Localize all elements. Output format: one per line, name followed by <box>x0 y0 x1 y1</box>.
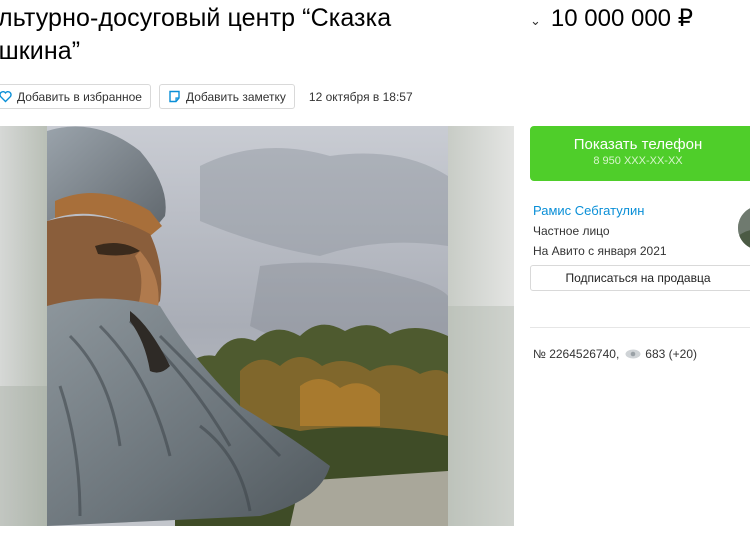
add-note-button[interactable]: Добавить заметку <box>158 84 295 109</box>
seller-since: На Авито с января 2021 <box>533 244 667 258</box>
photo-gallery[interactable] <box>0 126 514 526</box>
view-count: 683 (+20) <box>645 347 697 361</box>
seller-info: Рамис Себгатулин Частное лицо На Авито с… <box>533 203 667 258</box>
seller-avatar[interactable] <box>738 206 750 250</box>
seller-name-link[interactable]: Рамис Себгатулин <box>533 203 667 218</box>
listing-title: ультурно-досуговый центр “Сказка ушкина” <box>0 4 392 65</box>
chevron-down-icon[interactable]: ⌄ <box>530 13 541 29</box>
subscribe-seller-button[interactable]: Подписаться на продавца <box>530 265 750 291</box>
note-icon <box>168 90 181 103</box>
price-block[interactable]: ⌄ 10 000 000 ₽ <box>530 4 693 34</box>
phone-masked: 8 950 XXX-XX-XX <box>593 155 683 167</box>
add-note-label: Добавить заметку <box>185 89 286 104</box>
show-phone-label: Показать телефон <box>573 136 703 153</box>
listing-number: № 2264526740, <box>533 347 620 361</box>
listing-actions: Добавить в избранное Добавить заметку 12… <box>0 84 413 109</box>
divider <box>530 327 750 328</box>
listing-meta: № 2264526740, 683 (+20) <box>533 347 697 361</box>
add-to-favorites-label: Добавить в избранное <box>17 89 142 104</box>
listing-date: 12 октября в 18:57 <box>308 89 413 104</box>
listing-price: 10 000 000 ₽ <box>550 5 693 32</box>
show-phone-button[interactable]: Показать телефон 8 950 XXX-XX-XX <box>530 126 750 181</box>
listing-photo <box>0 126 514 526</box>
add-to-favorites-button[interactable]: Добавить в избранное <box>0 84 151 109</box>
eye-icon <box>625 349 641 359</box>
heart-icon <box>0 90 12 103</box>
seller-type: Частное лицо <box>533 224 610 238</box>
